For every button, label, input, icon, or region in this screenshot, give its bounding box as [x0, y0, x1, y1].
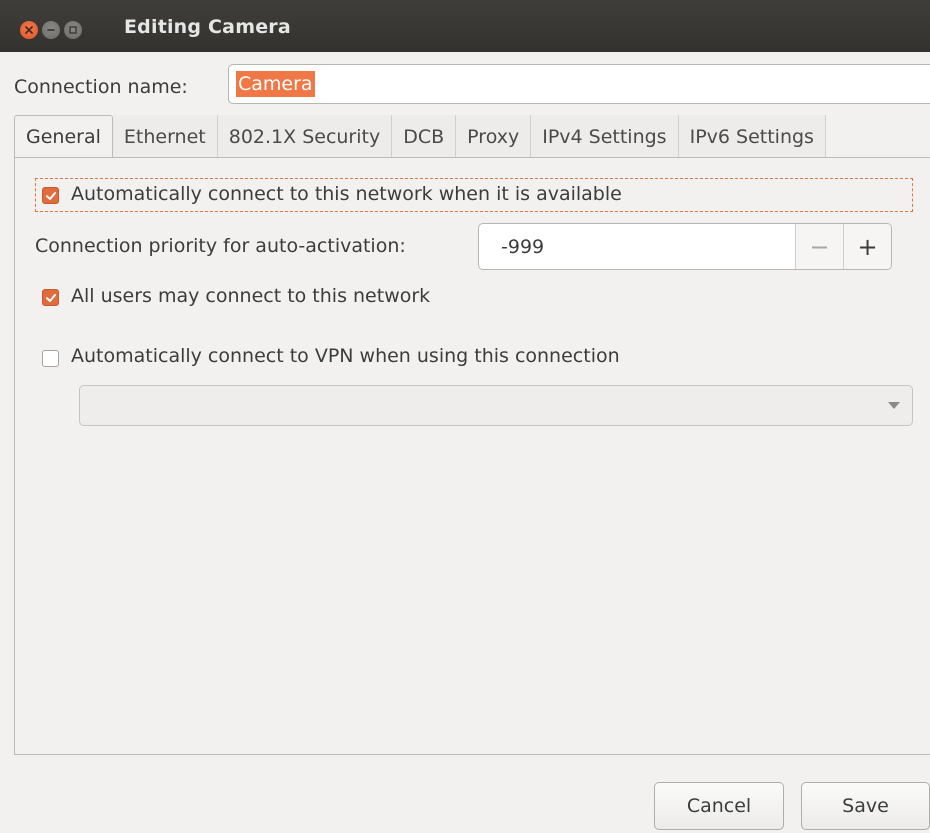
vpn-auto-connect-checkbox[interactable]	[42, 350, 59, 367]
maximize-icon	[69, 26, 77, 34]
close-window-button[interactable]	[20, 21, 38, 39]
tab-ipv6-settings[interactable]: IPv6 Settings	[678, 115, 826, 158]
all-users-label[interactable]: All users may connect to this network	[71, 285, 430, 307]
connection-name-input[interactable]: Camera	[228, 64, 930, 104]
tab-proxy[interactable]: Proxy	[456, 115, 532, 158]
save-button[interactable]: Save	[801, 782, 930, 830]
connection-name-label: Connection name:	[14, 76, 188, 98]
priority-increment-button[interactable]: +	[843, 224, 891, 269]
title-bar: Editing Camera	[0, 0, 930, 52]
tab-bar: General Ethernet 802.1X Security DCB Pro…	[14, 115, 826, 158]
auto-connect-label[interactable]: Automatically connect to this network wh…	[71, 183, 622, 205]
cancel-button[interactable]: Cancel	[654, 782, 784, 830]
vpn-select-dropdown[interactable]	[79, 385, 913, 426]
tab-ethernet[interactable]: Ethernet	[112, 115, 218, 158]
window-title: Editing Camera	[124, 16, 291, 38]
close-icon	[25, 26, 33, 34]
vpn-auto-connect-label[interactable]: Automatically connect to VPN when using …	[71, 345, 620, 367]
priority-spinbutton[interactable]: -999 − +	[478, 223, 892, 270]
maximize-window-button[interactable]	[64, 21, 82, 39]
tab-dcb[interactable]: DCB	[392, 115, 457, 158]
auto-connect-checkbox[interactable]	[42, 187, 59, 204]
checkmark-icon	[45, 191, 56, 200]
checkmark-icon	[45, 293, 56, 302]
all-users-checkbox[interactable]	[42, 289, 59, 306]
connection-name-value: Camera	[236, 71, 315, 97]
chevron-down-icon	[888, 402, 900, 409]
minimize-icon	[47, 29, 55, 31]
tab-general[interactable]: General	[14, 115, 113, 158]
priority-decrement-button[interactable]: −	[795, 224, 843, 269]
tab-802-1x-security[interactable]: 802.1X Security	[217, 115, 393, 158]
priority-label: Connection priority for auto-activation:	[35, 235, 406, 257]
minimize-window-button[interactable]	[42, 21, 60, 39]
tab-ipv4-settings[interactable]: IPv4 Settings	[531, 115, 679, 158]
priority-value[interactable]: -999	[479, 224, 795, 269]
